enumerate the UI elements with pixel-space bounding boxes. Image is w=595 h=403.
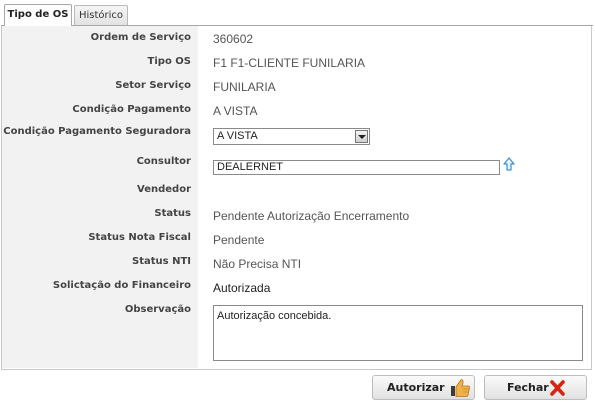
observacao-label: Observação [2, 298, 198, 368]
ordem-servico-value: 360602 [213, 32, 254, 46]
solicitacao-financeiro-value: Autorizada [213, 281, 271, 295]
row-setor-servico: Setor Serviço FUNILARIA [2, 74, 591, 98]
chevron-down-icon[interactable] [355, 130, 368, 143]
autorizar-button-label: Autorizar [387, 381, 445, 394]
fechar-button-label: Fechar [507, 381, 549, 394]
condicao-seguradora-label: Condição Pagamento Seguradora [2, 122, 198, 150]
row-condicao-seguradora: Condição Pagamento Seguradora A VISTA [2, 122, 591, 150]
row-status: Status Pendente Autorização Encerramento [2, 202, 591, 226]
row-observacao: Observação Autorização concebida. [2, 298, 591, 368]
thumbs-up-icon [451, 379, 470, 397]
row-status-nota-fiscal: Status Nota Fiscal Pendente [2, 226, 591, 250]
row-tipo-os: Tipo OS F1 F1-CLIENTE FUNILARIA [2, 50, 591, 74]
setor-servico-value: FUNILARIA [213, 80, 276, 94]
row-condicao-pagamento: Condição Pagamento A VISTA [2, 98, 591, 122]
ordem-servico-label: Ordem de Serviço [2, 26, 198, 50]
form-panel: Ordem de Serviço 360602 Tipo OS F1 F1-CL… [1, 26, 592, 370]
consultor-field[interactable]: DEALERNET [213, 160, 500, 175]
tipo-os-value: F1 F1-CLIENTE FUNILARIA [213, 56, 366, 70]
status-nti-label: Status NTI [2, 250, 198, 274]
row-status-nti: Status NTI Não Precisa NTI [2, 250, 591, 274]
status-nota-fiscal-label: Status Nota Fiscal [2, 226, 198, 250]
fechar-button[interactable]: Fechar [484, 375, 587, 400]
condicao-pagamento-label: Condição Pagamento [2, 98, 198, 122]
tab-historico[interactable]: Histórico [74, 5, 128, 25]
status-label: Status [2, 202, 198, 226]
row-vendedor: Vendedor [2, 178, 591, 202]
tab-bar: Tipo de OS Histórico [1, 4, 593, 26]
status-nti-value: Não Precisa NTI [213, 257, 302, 271]
row-ordem-servico: Ordem de Serviço 360602 [2, 26, 591, 50]
condicao-seguradora-select[interactable]: A VISTA [213, 128, 370, 145]
vendedor-label: Vendedor [2, 178, 198, 202]
status-nota-fiscal-value: Pendente [213, 233, 265, 247]
condicao-pagamento-value: A VISTA [213, 104, 258, 118]
status-value: Pendente Autorização Encerramento [213, 209, 410, 223]
setor-servico-label: Setor Serviço [2, 74, 198, 98]
up-arrow-icon[interactable] [503, 157, 515, 171]
row-consultor: Consultor DEALERNET [2, 150, 591, 178]
autorizar-button[interactable]: Autorizar [372, 375, 475, 400]
row-solicitacao-financeiro: Solictação do Financeiro Autorizada [2, 274, 591, 298]
tab-tipo-de-os[interactable]: Tipo de OS [4, 4, 72, 26]
close-icon [550, 380, 565, 396]
condicao-seguradora-selected: A VISTA [217, 130, 258, 142]
solicitacao-financeiro-label: Solictação do Financeiro [2, 274, 198, 298]
tipo-os-label: Tipo OS [2, 50, 198, 74]
consultor-label: Consultor [2, 150, 198, 178]
observacao-textarea[interactable]: Autorização concebida. [213, 305, 583, 361]
